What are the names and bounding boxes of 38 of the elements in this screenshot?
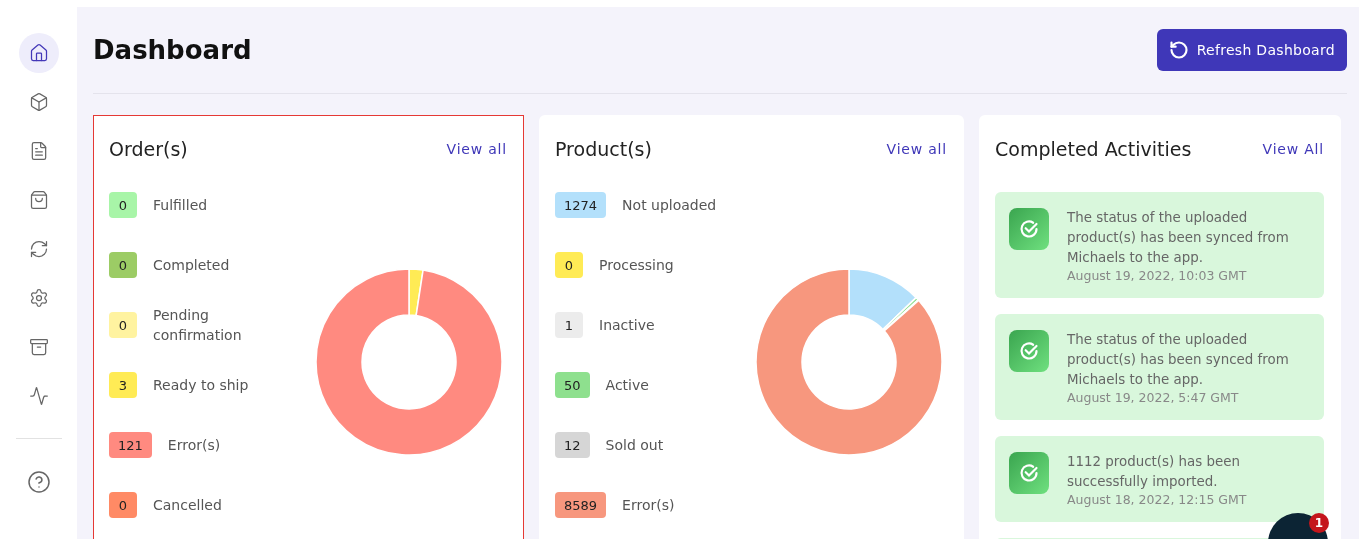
page-title: Dashboard: [93, 35, 252, 65]
count-badge: 8589: [555, 492, 607, 518]
status-label: Not uploaded: [622, 196, 717, 215]
count-badge: 0: [555, 252, 583, 278]
count-badge: 12: [555, 432, 590, 458]
card-title: Order(s): [109, 138, 188, 160]
status-label: Pending confirmation: [153, 306, 243, 345]
status-label: Sold out: [605, 436, 664, 455]
count-badge: 0: [109, 192, 137, 218]
card-title: Product(s): [555, 138, 652, 160]
view-all-link[interactable]: View all: [886, 141, 947, 157]
count-badge: 0: [109, 492, 137, 518]
status-label: Completed: [153, 256, 230, 275]
activity-message: The status of the uploaded product(s) has been synced from Michaels to the app.: [1067, 331, 1290, 389]
status-label: Processing: [599, 256, 674, 275]
activity-message: 1112 product(s) has been successfully imported.: [1067, 453, 1241, 491]
status-label: Error(s): [167, 436, 221, 455]
count-badge: 1: [555, 312, 583, 338]
activity-time: August 19, 2022, 5:47 GMT: [1067, 390, 1240, 405]
count-badge: 121: [109, 432, 152, 458]
activity-time: August 19, 2022, 10:03 GMT: [1067, 268, 1248, 283]
view-all-link[interactable]: View All: [1262, 141, 1324, 157]
status-label: Active: [605, 376, 649, 395]
count-badge: 1274: [555, 192, 607, 218]
status-label: Ready to ship: [153, 376, 249, 395]
count-badge: 0: [109, 252, 137, 278]
count-badge: 0: [109, 312, 137, 338]
status-label: Inactive: [599, 316, 655, 335]
view-all-link[interactable]: View all: [446, 141, 507, 157]
count-badge: 50: [555, 372, 590, 398]
activity-time: August 18, 2022, 12:15 GMT: [1067, 492, 1248, 507]
status-label: Error(s): [622, 496, 675, 515]
card-title: Completed Activities: [995, 138, 1192, 160]
status-label: Fulfilled: [153, 196, 208, 215]
refresh-dashboard-button[interactable]: Refresh Dashboard: [1156, 29, 1347, 71]
status-label: Cancelled: [153, 496, 222, 515]
activity-message: The status of the uploaded product(s) has been synced from Michaels to the app.: [1067, 209, 1290, 267]
count-badge: 3: [109, 372, 137, 398]
